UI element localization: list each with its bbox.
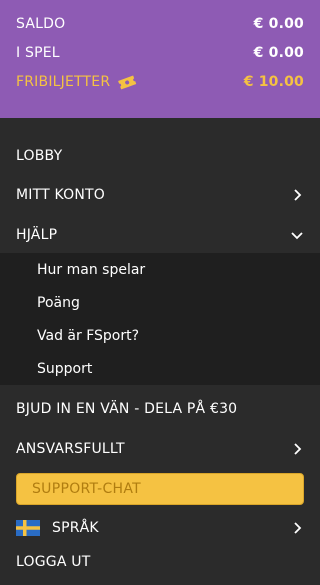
menu-item-label: SPRÅK	[52, 520, 99, 536]
menu-item-label: BJUD IN EN VÄN - DELA PÅ €30	[16, 401, 238, 417]
menu-item-invite[interactable]: BJUD IN EN VÄN - DELA PÅ €30	[0, 389, 320, 429]
saldo-label: SALDO	[16, 15, 66, 32]
free-tickets-label: FRIBILJETTER	[16, 73, 111, 90]
ticket-icon	[118, 75, 137, 89]
menu-item-logout[interactable]: LOGGA UT	[0, 542, 320, 582]
menu-item-lobby[interactable]: LOBBY	[0, 136, 320, 176]
menu-item-help[interactable]: HJÄLP	[0, 215, 320, 255]
menu-item-label: LOGGA UT	[16, 554, 91, 570]
submenu-item-points[interactable]: Poäng	[0, 286, 320, 319]
submenu-item-what-is-fsport[interactable]: Vad är FSport?	[0, 319, 320, 352]
support-chat-button[interactable]: SUPPORT-CHAT	[16, 473, 304, 505]
menu-item-responsible[interactable]: ANSVARSFULLT	[0, 429, 320, 469]
saldo-value: € 0.00	[253, 15, 304, 32]
chevron-right-icon	[294, 522, 302, 534]
free-tickets-label-wrap: FRIBILJETTER	[16, 74, 138, 90]
balance-panel: SALDO € 0.00 I SPEL € 0.00 FRIBILJETTER …	[0, 0, 320, 118]
submenu-item-label: Hur man spelar	[37, 261, 146, 278]
submenu-item-label: Vad är FSport?	[37, 327, 140, 344]
language-label-wrap: SPRÅK	[16, 520, 99, 536]
menu-item-label: ANSVARSFULLT	[16, 441, 125, 457]
chevron-right-icon	[294, 189, 302, 201]
submenu-item-support[interactable]: Support	[0, 352, 320, 385]
ispel-label: I SPEL	[16, 44, 60, 61]
chevron-down-icon	[291, 232, 303, 240]
submenu-item-label: Support	[37, 360, 93, 377]
support-chat-label: SUPPORT-CHAT	[32, 481, 142, 497]
menu-item-label: LOBBY	[16, 148, 63, 164]
free-tickets-value: € 10.00	[243, 73, 304, 90]
submenu-item-label: Poäng	[37, 294, 80, 311]
ispel-row: I SPEL € 0.00	[16, 43, 304, 62]
chevron-right-icon	[294, 443, 302, 455]
saldo-row: SALDO € 0.00	[16, 14, 304, 33]
menu-item-account[interactable]: MITT KONTO	[0, 175, 320, 215]
menu-item-label: MITT KONTO	[16, 187, 105, 203]
free-tickets-row[interactable]: FRIBILJETTER € 10.00	[16, 72, 304, 91]
ispel-value: € 0.00	[253, 44, 304, 61]
submenu-item-how-to-play[interactable]: Hur man spelar	[0, 253, 320, 286]
side-menu: LOBBY MITT KONTO HJÄLP Hur man spelar Po…	[0, 118, 320, 585]
help-submenu: Hur man spelar Poäng Vad är FSport? Supp…	[0, 253, 320, 385]
menu-item-label: HJÄLP	[16, 227, 58, 243]
sweden-flag-icon	[16, 520, 40, 536]
